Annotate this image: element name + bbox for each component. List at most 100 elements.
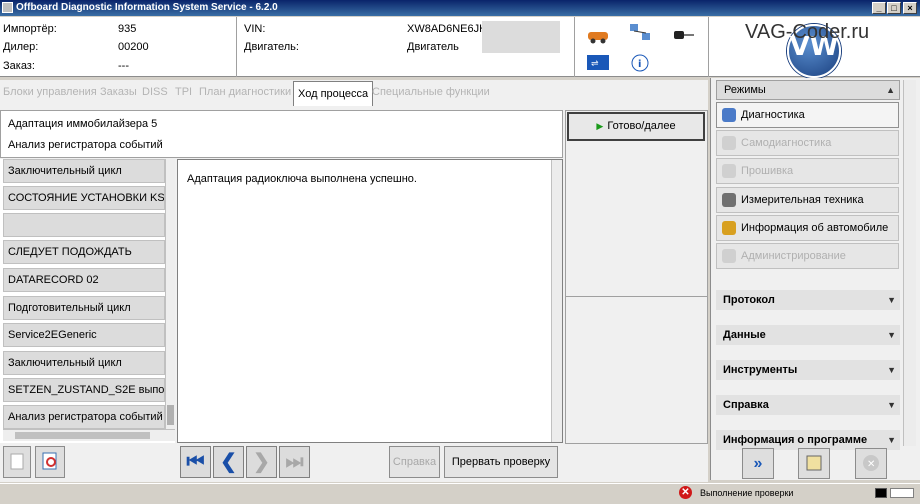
expand-icon: ▼ bbox=[887, 330, 896, 340]
status-text: Выполнение проверки bbox=[700, 488, 794, 498]
zoom-document-button[interactable] bbox=[35, 446, 65, 478]
section-data[interactable]: Данные ▼ bbox=[716, 325, 900, 345]
list-item[interactable]: DATARECORD 02 bbox=[3, 268, 165, 292]
usb-icon[interactable]: ⇌ bbox=[586, 53, 610, 73]
list-item[interactable]: Анализ регистратора событий bbox=[3, 405, 165, 429]
importer-value: 935 bbox=[118, 23, 137, 35]
engine-value: Двигатель bbox=[407, 41, 459, 53]
step-list-horizontal-scrollbar[interactable] bbox=[3, 429, 175, 441]
process-title-panel: Адаптация иммобилайзера 5 Анализ регистр… bbox=[0, 110, 563, 158]
svg-text:⇌: ⇌ bbox=[591, 59, 599, 69]
mode-label: Самодиагностика bbox=[741, 137, 832, 149]
minimize-button[interactable]: _ bbox=[872, 2, 886, 14]
forward-button[interactable]: » bbox=[742, 448, 774, 479]
process-title: Адаптация иммобилайзера 5 bbox=[8, 118, 158, 130]
mode-diagnostics[interactable]: Диагностика bbox=[716, 102, 899, 128]
network-icon[interactable] bbox=[628, 23, 652, 43]
stethoscope-icon bbox=[722, 108, 736, 122]
next-step-button[interactable]: ❯ bbox=[246, 446, 277, 478]
key-icon[interactable] bbox=[672, 25, 696, 45]
mode-label: Информация об автомобиле bbox=[741, 222, 889, 234]
mode-self-diagnosis[interactable]: Самодиагностика bbox=[716, 130, 899, 156]
tab-diss[interactable]: DISS bbox=[142, 86, 168, 98]
order-value: --- bbox=[118, 60, 129, 72]
expand-icon: ▼ bbox=[887, 400, 896, 410]
action-panel bbox=[565, 110, 708, 444]
collapse-icon: ▲ bbox=[886, 85, 895, 95]
mode-label: Прошивка bbox=[741, 165, 794, 177]
modes-header[interactable]: Режимы ▲ bbox=[716, 80, 900, 100]
list-item[interactable]: Заключительный цикл bbox=[3, 159, 165, 183]
bottom-toolbar bbox=[0, 446, 708, 482]
first-step-button[interactable]: ⏮ bbox=[180, 446, 211, 478]
list-item[interactable]: СЛЕДУЕТ ПОДОЖДАТЬ bbox=[3, 240, 165, 264]
right-panel-scrollbar[interactable] bbox=[903, 80, 916, 446]
play-icon: ▶ bbox=[596, 121, 604, 131]
scroll-thumb[interactable] bbox=[167, 405, 174, 425]
importer-label: Импортёр: bbox=[3, 23, 57, 35]
maximize-button[interactable]: □ bbox=[887, 2, 901, 14]
tab-orders[interactable]: Заказы bbox=[100, 86, 137, 98]
info-icon[interactable]: i bbox=[630, 53, 654, 73]
previous-step-button[interactable]: ❮ bbox=[213, 446, 244, 478]
tab-special-functions[interactable]: Специальные функции bbox=[372, 86, 490, 98]
order-label: Заказ: bbox=[3, 60, 35, 72]
mode-flashing[interactable]: Прошивка bbox=[716, 158, 899, 184]
step-list-vertical-scrollbar[interactable] bbox=[165, 159, 175, 429]
cancel-icon: ✕ bbox=[863, 455, 879, 471]
close-button[interactable]: × bbox=[903, 2, 917, 14]
flash-icon bbox=[722, 164, 736, 178]
expand-icon: ▼ bbox=[887, 365, 896, 375]
mode-label: Администрирование bbox=[741, 250, 846, 262]
section-label: Справка bbox=[723, 399, 769, 411]
section-about[interactable]: Информация о программе ▼ bbox=[716, 430, 900, 450]
expand-icon: ▼ bbox=[887, 295, 896, 305]
message-panel: Адаптация радиоключа выполнена успешно. bbox=[177, 159, 563, 443]
mode-vehicle-info[interactable]: Информация об автомобиле bbox=[716, 215, 899, 241]
abort-test-button[interactable]: Прервать проверку bbox=[444, 446, 558, 478]
done-next-button[interactable]: ▶ Готово/далее bbox=[567, 112, 705, 141]
section-tools[interactable]: Инструменты ▼ bbox=[716, 360, 900, 380]
tab-control-units[interactable]: Блоки управления bbox=[3, 86, 97, 98]
help-button[interactable]: Справка bbox=[389, 446, 440, 478]
expand-icon: ▼ bbox=[887, 435, 896, 445]
mode-label: Измерительная техника bbox=[741, 194, 864, 206]
dealer-value: 00200 bbox=[118, 41, 149, 53]
zoom-document-icon bbox=[42, 452, 57, 470]
tab-tpi[interactable]: TPI bbox=[175, 86, 192, 98]
window-title: Offboard Diagnostic Information System S… bbox=[16, 2, 278, 13]
double-chevron-icon: » bbox=[753, 455, 763, 472]
list-item[interactable] bbox=[3, 213, 165, 237]
section-label: Данные bbox=[723, 329, 766, 341]
last-step-button[interactable]: ⏭ bbox=[279, 446, 310, 478]
status-indicator bbox=[890, 488, 914, 498]
svg-text:✕: ✕ bbox=[867, 459, 875, 470]
process-subtitle: Анализ регистратора событий bbox=[8, 139, 163, 151]
vin-label: VIN: bbox=[244, 23, 266, 35]
scroll-thumb[interactable] bbox=[15, 432, 150, 439]
mode-measurement[interactable]: Измерительная техника bbox=[716, 187, 899, 213]
cancel-button[interactable]: ✕ bbox=[855, 448, 887, 479]
section-protocol[interactable]: Протокол ▼ bbox=[716, 290, 900, 310]
mode-administration[interactable]: Администрирование bbox=[716, 243, 899, 269]
document-button[interactable] bbox=[3, 446, 31, 478]
tab-diagnostic-plan[interactable]: План диагностики bbox=[199, 86, 291, 98]
section-help[interactable]: Справка ▼ bbox=[716, 395, 900, 415]
meter-icon bbox=[722, 193, 736, 207]
list-item[interactable]: Заключительный цикл bbox=[3, 351, 165, 375]
list-item[interactable]: Service2EGeneric bbox=[3, 323, 165, 347]
message-scrollbar[interactable] bbox=[551, 160, 562, 442]
redacted-area bbox=[482, 21, 560, 53]
section-label: Инструменты bbox=[723, 364, 798, 376]
tab-process[interactable]: Ход процесса bbox=[293, 81, 374, 106]
window-title-bar: Offboard Diagnostic Information System S… bbox=[0, 0, 920, 16]
mode-label: Диагностика bbox=[741, 109, 805, 121]
list-item[interactable]: SETZEN_ZUSTAND_S2E выпо bbox=[3, 378, 165, 402]
list-item[interactable]: СОСТОЯНИЕ УСТАНОВКИ KS bbox=[3, 186, 165, 210]
fit-view-button[interactable] bbox=[798, 448, 830, 479]
list-item[interactable]: Подготовительный цикл bbox=[3, 296, 165, 320]
vin-value: XW8AD6NE6JH bbox=[407, 23, 488, 35]
watermark-text: VAG-Coder.ru bbox=[745, 21, 870, 43]
car-icon[interactable] bbox=[586, 25, 610, 45]
tab-bar: Блоки управления Заказы DISS TPI План ди… bbox=[0, 80, 708, 106]
